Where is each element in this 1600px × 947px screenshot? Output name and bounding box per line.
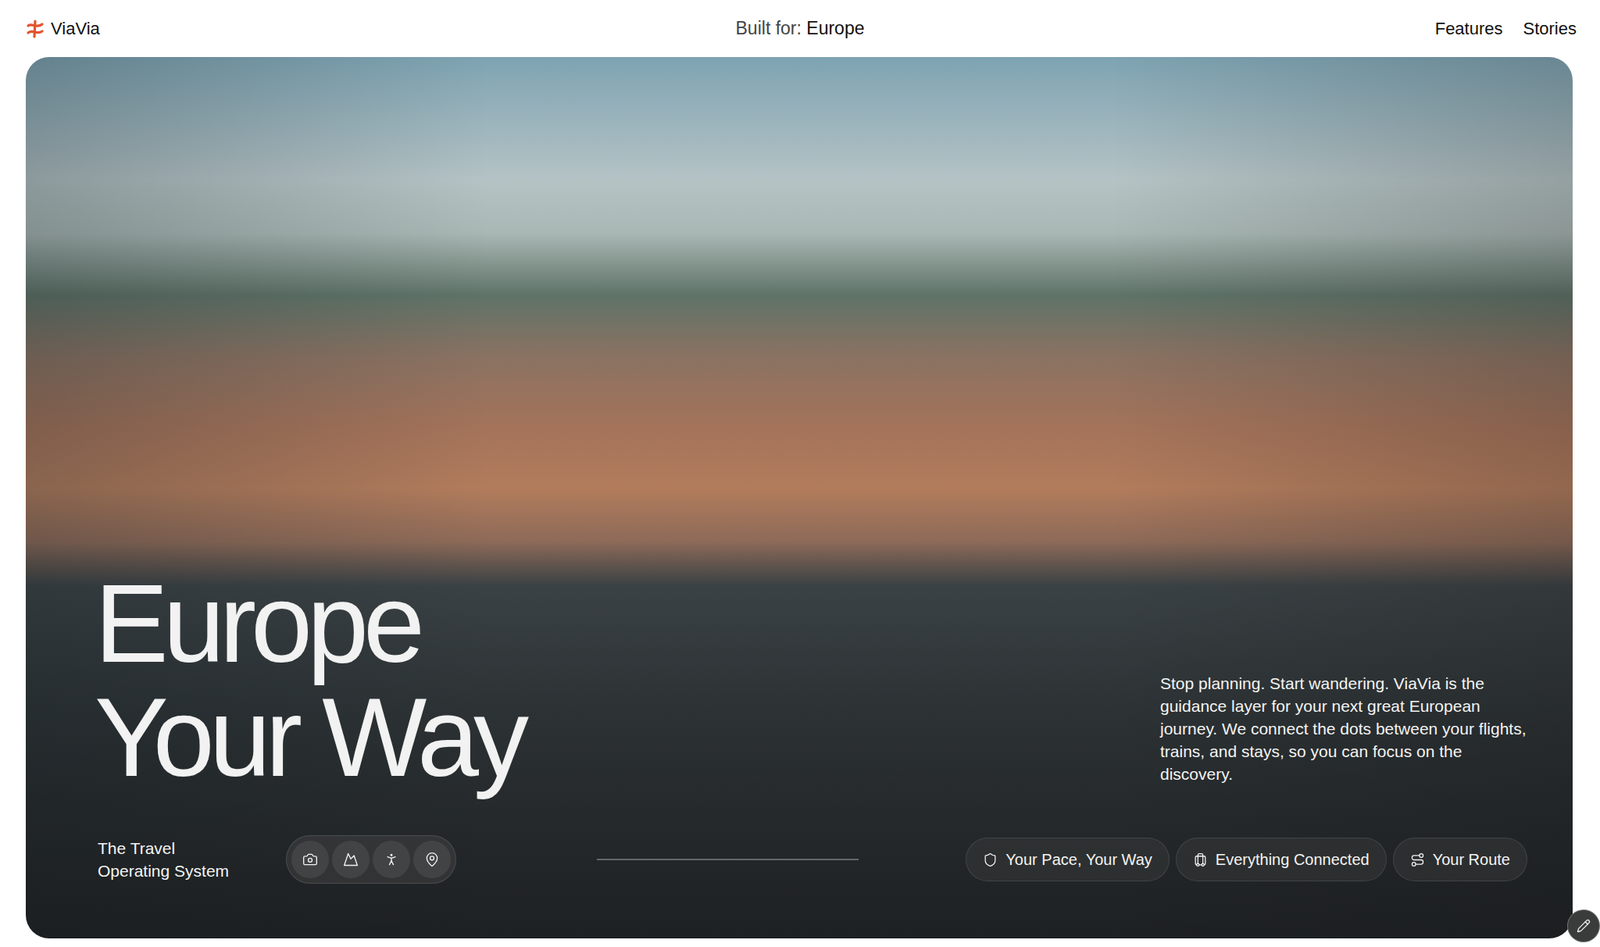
tool-button[interactable] [413,840,451,879]
built-for-value: Europe [806,17,865,39]
route-icon [1410,852,1425,868]
tool-button[interactable] [291,840,329,879]
feature-chip[interactable]: Your Route [1392,837,1528,882]
map-pin-icon [424,851,440,868]
brand[interactable]: ViaVia [25,18,736,40]
page: ViaVia Built for: Europe Features Stories Eu… [0,0,1600,947]
nav-link[interactable]: Stories [1523,18,1577,40]
tagline-line: Operating System [97,859,286,883]
tool-group [285,835,457,884]
progress-line [596,858,859,861]
camera-icon [302,851,318,868]
header: ViaVia Built for: Europe Features Stories [0,0,1600,58]
feature-chip[interactable]: Your Pace, Your Way [965,837,1170,882]
hero: EuropeYour Way Stop planning. Start wande… [25,57,1573,939]
logo-icon [25,19,45,39]
hiker-icon [383,851,400,868]
edit-button[interactable] [1567,909,1600,943]
shield-icon [982,852,998,868]
hero-description: Stop planning. Start wandering. ViaVia i… [1160,671,1528,786]
hero-title: EuropeYour Way [94,566,524,795]
pencil-icon [1576,918,1591,933]
nav-link[interactable]: Features [1435,18,1504,40]
tool-button[interactable] [332,840,370,879]
tool-button[interactable] [372,840,411,879]
tagline-line: The Travel [97,836,286,860]
hero-main: EuropeYour Way Stop planning. Start wande… [97,566,1528,795]
feature-chip[interactable]: Everything Connected [1175,837,1387,882]
built-for: Built for: Europe [735,17,865,40]
mountain-icon [342,851,359,868]
hero-title-line: Europe [94,566,524,681]
tagline: The TravelOperating System [97,836,286,883]
hero-bottom: The TravelOperating System Your Pace, You… [97,835,1528,884]
nav: Features Stories [864,18,1577,40]
luggage-icon [1192,852,1208,868]
feature-chips: Your Pace, Your WayEverything ConnectedY… [965,837,1528,882]
hero-title-line: Your Way [94,680,524,795]
logo-text: ViaVia [50,18,100,40]
